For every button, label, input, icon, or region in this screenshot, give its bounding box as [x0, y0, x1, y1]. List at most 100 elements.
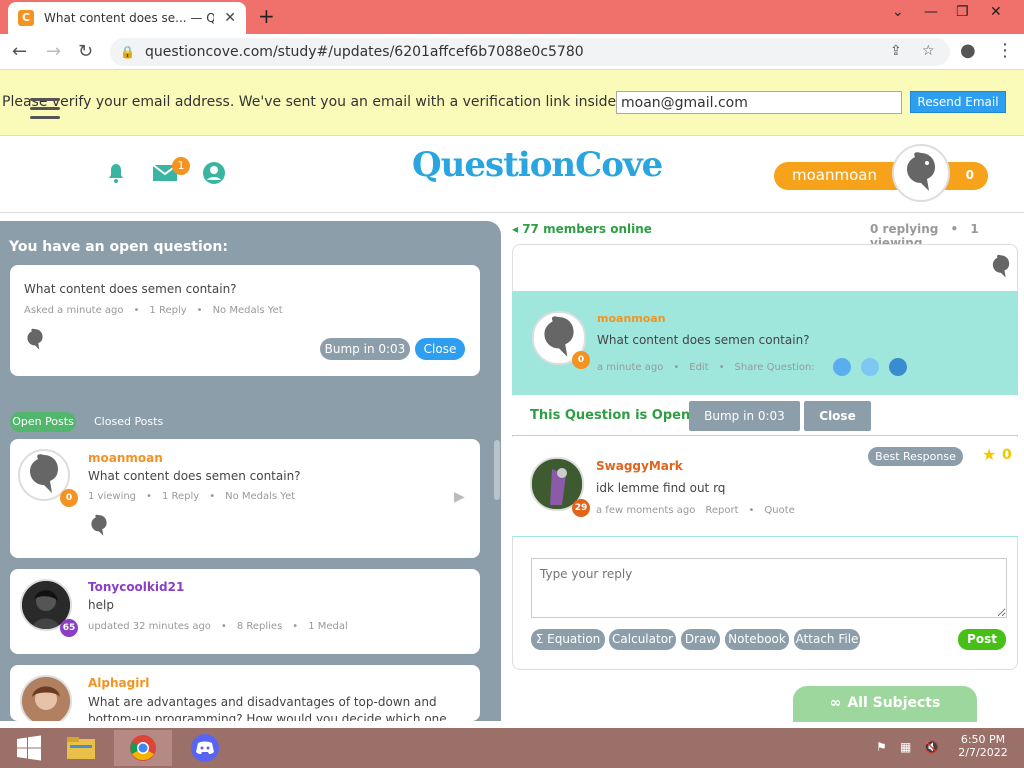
questioncove-logo[interactable]: QuestionCove: [412, 145, 663, 185]
back-icon[interactable]: ←: [12, 41, 27, 62]
asked-time: Asked a minute ago: [24, 305, 124, 316]
twitter-share-icon[interactable]: [860, 358, 879, 376]
edit-link[interactable]: Edit: [689, 362, 708, 373]
bump-button[interactable]: Bump in 0:03: [689, 401, 800, 431]
draw-button[interactable]: Draw: [681, 629, 720, 650]
post-button[interactable]: Post: [958, 629, 1006, 650]
invite-users-icon[interactable]: [888, 358, 907, 376]
volume-muted-icon[interactable]: 🔇: [924, 740, 939, 754]
minimize-icon[interactable]: —: [924, 4, 938, 20]
level-badge: 0: [572, 351, 590, 369]
calculator-button[interactable]: Calculator: [609, 629, 676, 650]
avatar: [20, 675, 72, 721]
infinity-icon: ∞: [829, 695, 842, 711]
expand-arrow-icon[interactable]: ▶: [454, 489, 465, 505]
all-subjects-label: All Subjects: [847, 695, 941, 711]
network-icon[interactable]: ▦: [900, 740, 911, 754]
system-clock[interactable]: 6:50 PM 2/7/2022: [950, 733, 1016, 759]
answer-time: a few moments ago: [596, 505, 696, 516]
browser-tab[interactable]: C What content does se... — Quest ✕: [8, 2, 246, 34]
tab-open-posts[interactable]: Open Posts: [10, 412, 76, 432]
post-card[interactable]: Alphagirl What are advantages and disadv…: [10, 665, 480, 721]
report-link[interactable]: Report: [705, 505, 738, 516]
tab-title: What content does se... — Quest: [44, 11, 214, 25]
notification-flag-icon[interactable]: ⚑: [876, 740, 887, 754]
level-badge: 29: [572, 499, 590, 517]
post-text: help: [88, 598, 114, 612]
bookmark-star-icon[interactable]: ☆: [922, 43, 935, 59]
post-card[interactable]: 0 moanmoan What content does semen conta…: [10, 439, 480, 558]
best-response-button[interactable]: Best Response: [868, 447, 963, 466]
close-question-button[interactable]: Close: [804, 401, 871, 431]
dolphin-avatar-icon: [24, 327, 46, 356]
post-text: What are advantages and disadvantages of…: [88, 695, 447, 721]
share-icon[interactable]: ⇪: [890, 43, 902, 59]
reload-icon[interactable]: ↻: [78, 41, 93, 62]
medal-count: 1 Medal: [308, 621, 348, 632]
url-field[interactable]: 🔒 questioncove.com/study#/updates/6201af…: [110, 38, 950, 66]
email-field[interactable]: [616, 91, 902, 114]
user-menu-button[interactable]: moanmoan 0: [774, 162, 988, 190]
all-subjects-button[interactable]: ∞ All Subjects: [793, 686, 977, 722]
reply-count: 1 Reply: [161, 491, 200, 502]
verify-email-banner: Please verify your email address. We've …: [0, 70, 1024, 136]
tab-list-icon[interactable]: ⌄: [892, 4, 904, 20]
post-meta: 1 viewing • 1 Reply • No Medals Yet: [88, 491, 296, 502]
question-username[interactable]: moanmoan: [597, 312, 666, 325]
replying-count: 0 replying: [870, 222, 939, 236]
level-badge: 65: [60, 619, 78, 637]
post-username[interactable]: moanmoan: [88, 451, 163, 465]
clock-date: 2/7/2022: [958, 746, 1008, 759]
browser-title-bar: C What content does se... — Quest ✕ + ⌄ …: [0, 0, 1024, 34]
profile-icon[interactable]: ●: [960, 40, 976, 61]
dolphin-avatar-icon: [88, 513, 110, 542]
answer-item: 29 SwaggyMark idk lemme find out rq a fe…: [512, 437, 1018, 537]
answer-username[interactable]: SwaggyMark: [596, 459, 683, 473]
notebook-button[interactable]: Notebook: [725, 629, 789, 650]
file-explorer-icon[interactable]: [52, 730, 110, 766]
question-status-bar: This Question is Open Bump in 0:03 Close: [512, 396, 1018, 436]
medal-count: 0: [1002, 447, 1012, 463]
tab-closed-posts[interactable]: Closed Posts: [94, 415, 163, 428]
dolphin-icon: [989, 253, 1013, 284]
resend-email-button[interactable]: Resend Email: [910, 91, 1006, 113]
share-label: Share Question:: [734, 361, 815, 373]
facebook-share-icon[interactable]: [832, 358, 851, 376]
close-window-icon[interactable]: ✕: [990, 4, 1002, 20]
user-score: 0: [965, 168, 974, 182]
posts-scrollbar[interactable]: [494, 440, 500, 500]
post-username[interactable]: Alphagirl: [88, 676, 149, 690]
viewing-count: 1 viewing: [88, 491, 137, 502]
menu-dots-icon[interactable]: ⋮: [996, 40, 1014, 61]
reply-input[interactable]: [531, 558, 1007, 618]
discord-icon[interactable]: [176, 730, 234, 766]
quote-link[interactable]: Quote: [764, 505, 794, 516]
site-favicon-icon: C: [18, 10, 34, 26]
bump-button[interactable]: Bump in 0:03: [320, 338, 410, 360]
post-username[interactable]: Tonycoolkid21: [88, 580, 184, 594]
medal-star-icon[interactable]: ★: [982, 445, 996, 464]
members-online: ◂ 77 members online: [512, 222, 652, 236]
open-question-card[interactable]: What content does semen contain? Asked a…: [10, 265, 480, 376]
hamburger-menu-icon[interactable]: [30, 98, 60, 120]
clock-time: 6:50 PM: [960, 733, 1006, 746]
forward-icon[interactable]: →: [46, 41, 61, 62]
windows-start-icon[interactable]: [0, 730, 58, 766]
notifications-bell-icon[interactable]: [104, 161, 128, 191]
restore-icon[interactable]: ❐: [956, 4, 969, 20]
reply-count: 8 Replies: [236, 621, 283, 632]
lock-icon: 🔒: [120, 45, 135, 59]
question-open-status: This Question is Open: [530, 408, 691, 423]
question-meta: a minute ago • Edit • Share Question:: [597, 358, 907, 376]
close-tab-icon[interactable]: ✕: [224, 10, 236, 26]
post-card[interactable]: 65 Tonycoolkid21 help updated 32 minutes…: [10, 569, 480, 654]
equation-button[interactable]: Σ Equation: [531, 629, 605, 650]
user-avatar[interactable]: [892, 144, 950, 202]
new-tab-icon[interactable]: +: [258, 4, 275, 28]
user-profile-icon[interactable]: [202, 161, 226, 191]
chrome-icon[interactable]: [114, 730, 172, 766]
url-text: questioncove.com/study#/updates/6201affc…: [144, 44, 584, 60]
attach-file-button[interactable]: Attach File: [794, 629, 860, 650]
question-time: a minute ago: [597, 361, 664, 373]
close-question-button[interactable]: Close: [415, 338, 465, 360]
